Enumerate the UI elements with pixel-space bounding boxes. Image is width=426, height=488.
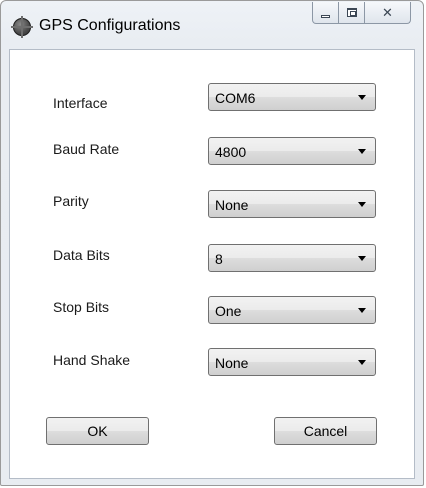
baud-rate-combobox[interactable]: 4800 (208, 137, 376, 165)
chevron-down-icon (358, 202, 366, 207)
ok-button[interactable]: OK (46, 417, 149, 445)
data-bits-combobox[interactable]: 8 (208, 244, 376, 272)
cancel-button[interactable]: Cancel (274, 417, 377, 445)
chevron-down-icon (358, 149, 366, 154)
hand-shake-label: Hand Shake (53, 352, 131, 368)
stop-bits-combobox[interactable]: One (208, 296, 376, 324)
stop-bits-label: Stop Bits (53, 299, 110, 315)
close-icon: ✕ (382, 5, 393, 20)
minimize-icon (321, 15, 330, 18)
hand-shake-value: None (215, 355, 249, 371)
baud-rate-label: Baud Rate (53, 141, 120, 157)
interface-combobox[interactable]: COM6 (208, 83, 376, 111)
maximize-icon (346, 8, 357, 17)
interface-value: COM6 (215, 90, 256, 106)
window-title: GPS Configurations (39, 17, 181, 34)
hand-shake-combobox[interactable]: None (208, 348, 376, 376)
interface-label: Interface (53, 95, 108, 111)
data-bits-value: 8 (215, 251, 223, 267)
stop-bits-value: One (215, 303, 242, 319)
title-bar[interactable]: GPS Configurations ✕ (1, 1, 423, 49)
baud-rate-value: 4800 (215, 144, 247, 160)
gps-configurations-window: GPS Configurations ✕ Interface COM6 Baud… (0, 0, 424, 486)
close-button[interactable]: ✕ (365, 2, 411, 24)
client-area: Interface COM6 Baud Rate 4800 Parity Non… (9, 49, 415, 479)
chevron-down-icon (358, 95, 366, 100)
chevron-down-icon (358, 360, 366, 365)
minimize-button[interactable] (312, 2, 339, 24)
parity-label: Parity (53, 193, 89, 209)
data-bits-label: Data Bits (53, 247, 110, 263)
caption-buttons: ✕ (312, 2, 411, 24)
chevron-down-icon (358, 308, 366, 313)
chevron-down-icon (358, 256, 366, 261)
globe-icon (11, 16, 33, 38)
parity-combobox[interactable]: None (208, 190, 376, 218)
parity-value: None (215, 197, 249, 213)
maximize-button[interactable] (339, 2, 365, 24)
